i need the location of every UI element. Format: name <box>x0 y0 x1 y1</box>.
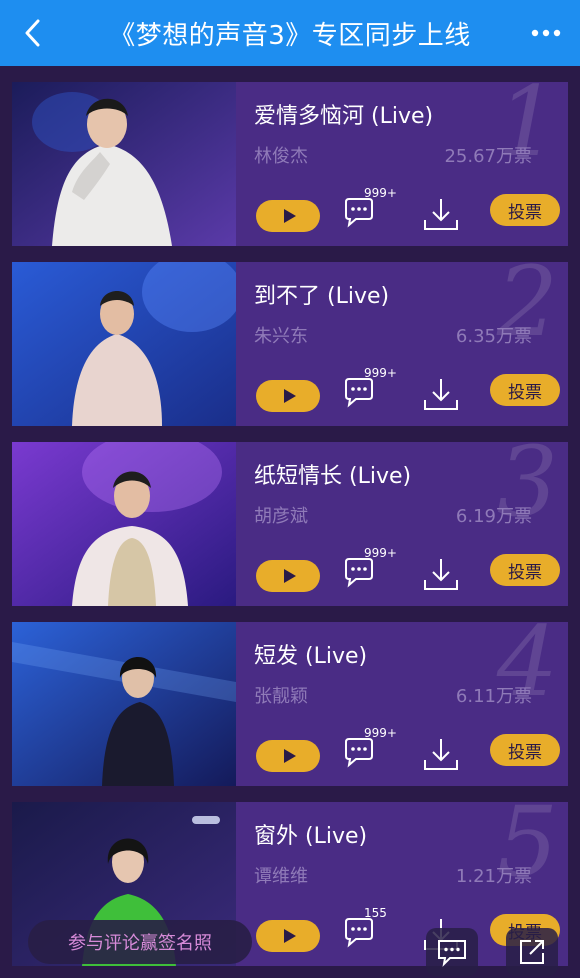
play-icon <box>283 569 296 583</box>
play-button[interactable] <box>256 560 320 592</box>
download-button[interactable] <box>422 376 462 416</box>
download-icon <box>424 379 458 410</box>
comment-count: 999+ <box>364 186 397 200</box>
chevron-left-icon <box>25 19 40 47</box>
chat-icon <box>438 940 466 967</box>
song-card[interactable]: 4 短发 (Live) 张靓颖 6.11万票 999+ 投票 <box>12 622 568 786</box>
singer-name: 胡彦斌 <box>254 506 308 527</box>
comment-button[interactable]: 999+ <box>342 546 402 596</box>
play-icon <box>283 209 296 223</box>
song-title[interactable]: 纸短情长 (Live) <box>254 458 411 490</box>
play-icon <box>283 749 296 763</box>
play-button[interactable] <box>256 920 320 952</box>
vote-count: 25.67万票 <box>444 146 532 167</box>
more-horizontal-icon <box>531 29 561 37</box>
play-icon <box>283 929 296 943</box>
vote-button[interactable]: 投票 <box>490 554 560 586</box>
more-button[interactable] <box>526 14 566 52</box>
song-title[interactable]: 爱情多恼河 (Live) <box>254 98 433 130</box>
singer-name: 朱兴东 <box>254 326 308 347</box>
vote-button[interactable]: 投票 <box>490 374 560 406</box>
play-button[interactable] <box>256 740 320 772</box>
back-button[interactable] <box>14 14 50 52</box>
comment-icon <box>345 198 373 228</box>
singer-name: 谭维维 <box>254 866 308 887</box>
song-card[interactable]: 1 爱情多恼河 (Live) 林俊杰 25.67万票 999+ 投票 <box>12 82 568 246</box>
download-icon <box>424 199 458 230</box>
download-icon <box>424 559 458 590</box>
comment-count: 999+ <box>364 366 397 380</box>
singer-name: 林俊杰 <box>254 146 308 167</box>
vote-count: 6.19万票 <box>455 506 532 527</box>
singer-name: 张靓颖 <box>254 686 308 707</box>
comment-button[interactable]: 155 <box>342 906 402 956</box>
download-button[interactable] <box>422 736 462 776</box>
play-button[interactable] <box>256 380 320 412</box>
comment-button[interactable]: 999+ <box>342 366 402 416</box>
comment-icon <box>345 558 373 588</box>
comment-button[interactable]: 999+ <box>342 726 402 776</box>
vote-count: 1.21万票 <box>455 866 532 887</box>
comment-count: 155 <box>364 906 387 920</box>
singer-photo[interactable] <box>12 622 236 786</box>
singer-photo[interactable] <box>12 82 236 246</box>
comments-float-button[interactable] <box>426 928 478 976</box>
comment-icon <box>345 738 373 768</box>
comment-button[interactable]: 999+ <box>342 186 402 236</box>
download-button[interactable] <box>422 196 462 236</box>
song-card[interactable]: 3 纸短情长 (Live) 胡彦斌 6.19万票 999+ 投票 <box>12 442 568 606</box>
download-icon <box>424 739 458 770</box>
play-button[interactable] <box>256 200 320 232</box>
singer-photo[interactable] <box>12 442 236 606</box>
vote-count: 6.11万票 <box>455 686 532 707</box>
vote-button[interactable]: 投票 <box>490 194 560 226</box>
comment-icon <box>345 918 373 948</box>
page-title: 《梦想的声音3》专区同步上线 <box>109 20 471 51</box>
comment-icon <box>345 378 373 408</box>
vote-button[interactable]: 投票 <box>490 734 560 766</box>
song-card[interactable]: 2 到不了 (Live) 朱兴东 6.35万票 999+ 投票 <box>12 262 568 426</box>
download-button[interactable] <box>422 556 462 596</box>
share-icon <box>520 940 544 964</box>
song-title[interactable]: 到不了 (Live) <box>254 278 389 310</box>
play-icon <box>283 389 296 403</box>
share-float-button[interactable] <box>506 928 558 976</box>
comment-count: 999+ <box>364 726 397 740</box>
comment-count: 999+ <box>364 546 397 560</box>
singer-photo[interactable] <box>12 262 236 426</box>
song-title[interactable]: 短发 (Live) <box>254 638 367 670</box>
header-bar: 《梦想的声音3》专区同步上线 <box>0 0 580 66</box>
song-title[interactable]: 窗外 (Live) <box>254 818 367 850</box>
comment-promo-banner[interactable]: 参与评论赢签名照 <box>28 920 252 964</box>
vote-count: 6.35万票 <box>455 326 532 347</box>
